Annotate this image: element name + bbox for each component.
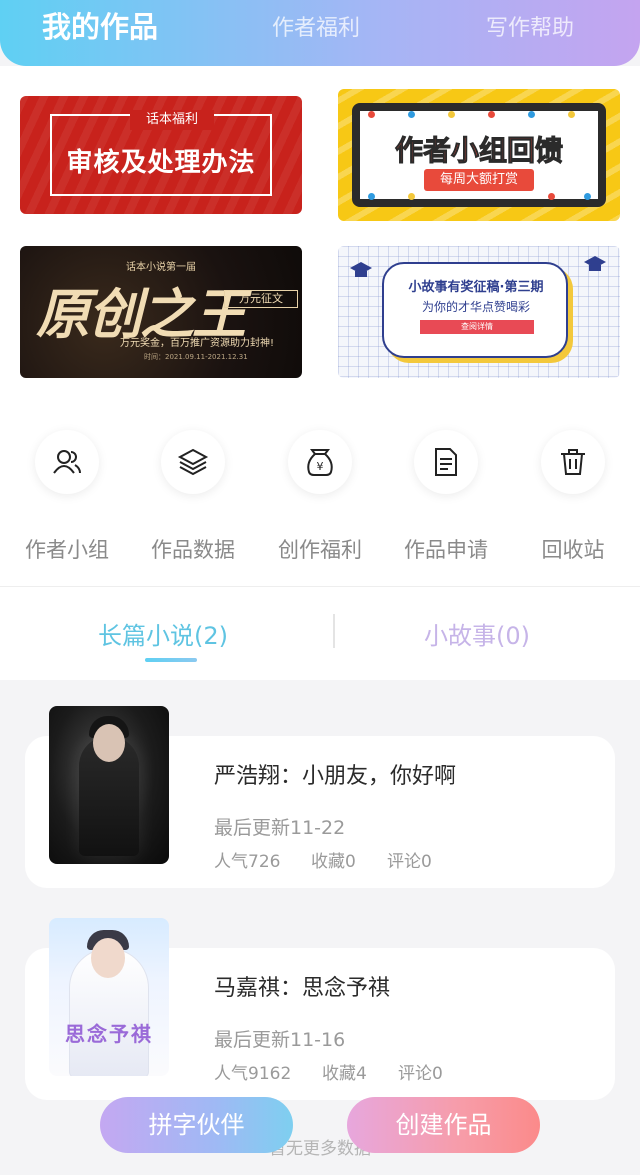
cover-figure-head	[91, 938, 125, 978]
cover-title-text: 思念予祺	[65, 1022, 153, 1046]
banner-tag: 话本福利	[130, 110, 214, 130]
work-favorites: 收藏0	[311, 852, 356, 872]
trash-icon	[561, 449, 585, 475]
work-last-updated: 最后更新11-16	[214, 1029, 346, 1051]
menu-label: 创作福利	[278, 538, 362, 562]
cover-figure-head	[93, 724, 125, 762]
tab-author-benefits[interactable]: 作者福利	[272, 10, 360, 42]
tab-short-stories[interactable]: 小故事(0)	[424, 616, 530, 651]
menu-item-work-application[interactable]: 作品申请	[391, 430, 501, 570]
section-divider	[0, 586, 640, 587]
no-more-data-text: 暂无更多数据	[269, 1139, 371, 1159]
banner-prize-label: 万元征文	[224, 290, 298, 308]
banner-title: 小故事有奖征稿·第三期	[408, 280, 544, 295]
marquee-bulb	[488, 111, 495, 118]
money-bag-icon: ¥	[307, 449, 333, 476]
work-last-updated: 最后更新11-22	[214, 817, 346, 839]
menu-item-author-group[interactable]: 作者小组	[12, 430, 122, 570]
writing-partner-button[interactable]: 拼字伙伴	[100, 1097, 293, 1153]
tab-long-novels[interactable]: 长篇小说(2)	[98, 616, 228, 651]
graduation-cap-icon	[584, 256, 606, 271]
work-comments: 评论0	[398, 1064, 443, 1084]
banner-review-policy[interactable]: 话本福利 审核及处理办法	[20, 96, 302, 214]
marquee-bulb	[408, 193, 415, 200]
work-popularity: 人气9162	[214, 1064, 292, 1084]
marquee-bulb	[528, 111, 535, 118]
banner-title: 审核及处理办法	[66, 148, 256, 178]
menu-item-recycle-bin[interactable]: 回收站	[518, 430, 628, 570]
svg-text:¥: ¥	[317, 460, 324, 473]
banner-short-story-contest[interactable]: 小故事有奖征稿·第三期 为你的才华点赞喝彩 查阅详情	[338, 246, 620, 378]
active-tab-indicator	[145, 658, 197, 662]
banner-title: 作者小组回馈	[394, 134, 563, 168]
menu-label: 作者小组	[25, 538, 109, 562]
menu-icon-circle	[161, 430, 225, 494]
marquee-bulb	[368, 111, 375, 118]
marquee-bulb	[448, 111, 455, 118]
menu-item-work-data[interactable]: 作品数据	[138, 430, 248, 570]
create-work-button[interactable]: 创建作品	[347, 1097, 540, 1153]
menu-label: 作品申请	[404, 538, 488, 562]
layers-icon	[177, 448, 209, 476]
work-cover-image[interactable]: 思念予祺	[49, 918, 169, 1076]
document-icon	[435, 448, 457, 476]
users-icon	[53, 450, 81, 474]
menu-icon-circle: ¥	[288, 430, 352, 494]
work-comments: 评论0	[387, 852, 432, 872]
banner-subtitle: 每周大额打赏	[424, 169, 534, 191]
marquee-bulb	[368, 193, 375, 200]
banner-subtitle: 为你的才华点赞喝彩	[421, 300, 530, 314]
banner-original-king[interactable]: 话本小说第一届 原创之王 万元征文 万元奖金，百万推广资源助力封神! 时间：20…	[20, 246, 302, 378]
view-details-button[interactable]: 查阅详情	[420, 320, 534, 334]
work-title: 马嘉祺：思念予祺	[214, 976, 391, 1001]
work-title: 严浩翔：小朋友，你好啊	[214, 764, 457, 789]
marquee-bulb	[408, 111, 415, 118]
banner-author-group[interactable]: 作者小组回馈 每周大额打赏	[338, 89, 620, 221]
menu-icon-circle	[35, 430, 99, 494]
marquee-bulb	[548, 193, 555, 200]
work-favorites: 收藏4	[322, 1064, 367, 1084]
marquee-bulb	[584, 193, 591, 200]
menu-item-creation-benefits[interactable]: ¥ 创作福利	[265, 430, 375, 570]
menu-label: 回收站	[541, 538, 605, 562]
work-cover-image[interactable]	[49, 706, 169, 864]
tab-my-works[interactable]: 我的作品	[42, 4, 158, 46]
menu-icon-circle	[541, 430, 605, 494]
tab-writing-help[interactable]: 写作帮助	[486, 10, 574, 42]
marquee-bulb	[568, 111, 575, 118]
menu-label: 作品数据	[151, 538, 235, 562]
work-popularity: 人气726	[214, 852, 281, 872]
menu-icon-circle	[414, 430, 478, 494]
banner-slogan: 万元奖金，百万推广资源助力封神!	[120, 338, 275, 349]
top-tab-bar: 我的作品 作者福利 写作帮助	[0, 0, 640, 66]
banner-date: 时间：2021.09.11-2021.12.31	[144, 353, 248, 361]
tab-separator	[333, 614, 335, 648]
graduation-cap-icon	[350, 262, 372, 277]
